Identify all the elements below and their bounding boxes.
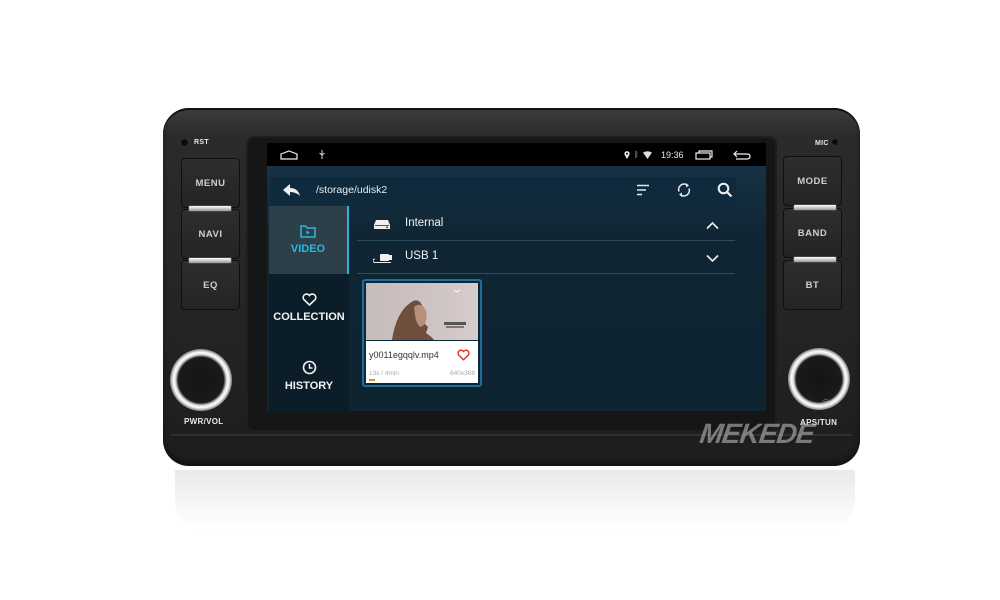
video-player-app: /storage/udisk2 VIDEO COLLECTION HISTORY… (267, 166, 766, 411)
eq-button[interactable]: EQ (181, 260, 240, 310)
clock-time: 19:36 (661, 149, 684, 160)
aps-tun-knob[interactable] (788, 348, 850, 410)
video-progress-bar (369, 379, 375, 381)
band-button[interactable]: BAND (783, 208, 842, 258)
pwr-vol-knob[interactable] (170, 349, 232, 411)
video-progress-text: 13s / 4min (369, 370, 399, 377)
mic-hole (832, 139, 838, 145)
usb-icon (319, 143, 325, 166)
mic-label: MIC (815, 140, 829, 147)
video-resolution: 640x368 (450, 370, 475, 377)
favorite-heart-icon[interactable] (457, 348, 470, 366)
sidebar-item-label: VIDEO (290, 243, 326, 255)
button-divider-chrome (188, 205, 232, 212)
heart-icon (301, 293, 317, 306)
wifi-icon (643, 143, 652, 166)
button-divider-chrome (793, 256, 837, 263)
device-reflection (175, 470, 855, 530)
drive-label: Internal (405, 217, 444, 229)
bluetooth-icon: ᛒ (634, 150, 639, 159)
home-icon[interactable] (279, 143, 299, 166)
sort-icon[interactable] (634, 181, 652, 199)
button-divider-chrome (793, 204, 837, 211)
location-icon (624, 143, 630, 166)
drive-icon (373, 217, 391, 235)
category-sidebar: VIDEO COLLECTION HISTORY (269, 206, 349, 411)
sidebar-item-label: HISTORY (284, 380, 334, 392)
back-arrow-icon[interactable] (282, 181, 300, 199)
usb-drive-icon (372, 250, 393, 268)
brand-watermark: MEKEDE (697, 418, 817, 449)
chevron-down-icon[interactable] (706, 250, 719, 268)
chevron-up-icon[interactable] (706, 217, 719, 235)
video-filename: y0011egqqlv.mp4 (369, 350, 439, 360)
mode-button[interactable]: MODE (783, 156, 842, 206)
reset-hole[interactable] (181, 139, 188, 146)
menu-button[interactable]: MENU (181, 158, 240, 208)
current-path: /storage/udisk2 (316, 184, 388, 196)
video-folder-icon (300, 225, 316, 238)
registered-mark: ® (822, 398, 831, 410)
navi-button[interactable]: NAVI (181, 209, 240, 259)
drive-row-internal[interactable]: Internal (357, 208, 735, 241)
app-toolbar: /storage/udisk2 (271, 177, 736, 203)
button-divider-chrome (188, 257, 232, 264)
sidebar-item-video[interactable]: VIDEO (269, 206, 349, 274)
sidebar-item-collection[interactable]: COLLECTION (269, 274, 349, 342)
search-icon[interactable] (716, 181, 734, 199)
reset-label: RST (194, 139, 209, 146)
drive-row-usb1[interactable]: USB 1 (357, 241, 735, 274)
video-thumbnail (366, 283, 478, 340)
video-info: y0011egqqlv.mp4 13s / 4min 640x368 (366, 341, 478, 383)
back-icon[interactable] (733, 143, 751, 166)
refresh-icon[interactable] (675, 181, 693, 199)
android-status-bar: ᛒ 19:36 (267, 143, 766, 166)
touch-screen: ᛒ 19:36 /storage/udisk2 VIDEO COLLECTION… (267, 143, 766, 411)
video-item-card[interactable]: y0011egqqlv.mp4 13s / 4min 640x368 (362, 279, 482, 387)
pwr-vol-label: PWR/VOL (184, 417, 224, 426)
drive-label: USB 1 (405, 250, 439, 262)
sidebar-item-history[interactable]: HISTORY (269, 342, 349, 410)
sidebar-item-label: COLLECTION (273, 311, 345, 323)
clock-icon (302, 360, 316, 375)
bt-button[interactable]: BT (783, 260, 842, 310)
recent-apps-icon[interactable] (695, 143, 713, 166)
